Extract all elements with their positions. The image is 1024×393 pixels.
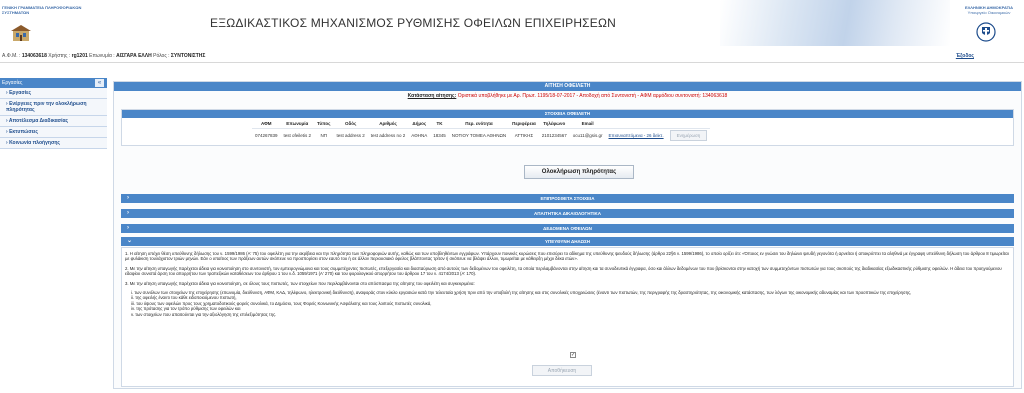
save-button[interactable]: Αποθήκευση (532, 365, 592, 376)
sidebar-item-tasks[interactable]: Εργασίες (0, 88, 107, 99)
building-logo-icon (11, 25, 31, 41)
chevron-right-icon: › (127, 195, 129, 201)
section-declaration-header[interactable]: ⌄ ΥΠΕΥΘΥΝΗ ΔΗΛΩΣΗ (121, 237, 1014, 246)
accept-checkbox[interactable]: ✓ (570, 352, 576, 358)
table-cell: test address 2 (333, 127, 368, 142)
section-debt-data[interactable]: › ΔΕΔΟΜΕΝΑ ΟΦΕΙΛΩΝ (121, 224, 1014, 233)
status-text: Οριστικά υποβλήθηκε με Αρ. Πρωτ. 1195/18… (457, 93, 728, 99)
section-label: ΔΕΔΟΜΕΝΑ ΟΦΕΙΛΩΝ (543, 226, 592, 231)
section-label: ΥΠΕΥΘΥΝΗ ΔΗΛΩΣΗ (544, 239, 591, 244)
table-cell: ΑΘΗΝΑ (408, 127, 431, 142)
logout-link[interactable]: Έξοδος (956, 53, 974, 59)
declaration-paragraph-3: 3. Με την αίτηση υπαγωγής παρέχεται άδει… (125, 280, 475, 286)
table-cell: ΑΤΤΙΚΗΣ (509, 127, 539, 142)
sidebar-item-pre-completion-actions[interactable]: Ενέργειες πριν την ολοκλήρωση πληρότητας (0, 99, 107, 116)
application-title: ΑΙΤΗΣΗ ΟΦΕΙΛΕΤΗ (114, 82, 1021, 91)
list-item: i. των συνόλων των στοιχείων της επιχείρ… (131, 290, 912, 296)
section-label: ΑΠΑΙΤΗΤΙΚΑ ΔΙΚΑΙΟΛΟΓΗΤΙΚΑ (533, 211, 602, 216)
ministry-label: ΕΛΛΗΝΙΚΗ ΔΗΜΟΚΡΑΤΙΑ Υπουργείο Οικονομικώ… (955, 5, 1023, 15)
company-label: Επωνυμία : (89, 53, 115, 59)
table-cell: ΝΟΤΙΟΥ ΤΟΜΕΑ ΑΘΗΝΩΝ (448, 127, 510, 142)
table-cell: ocu11@gsis.gr (569, 127, 606, 142)
sidebar: Εργασίες « Εργασίες Ενέργειες πριν την ο… (0, 78, 107, 149)
chevron-down-icon: ⌄ (127, 238, 133, 244)
column-header: Περιφέρεια (512, 120, 536, 126)
debtor-panel-title: ΣΤΟΙΧΕΙΑ ΟΦΕΙΛΕΤΗ (122, 110, 1013, 118)
user-label: Χρήστης : (48, 53, 71, 59)
column-header: Δήμος (412, 120, 427, 126)
sidebar-item-prints[interactable]: Εκτυπώσεις (0, 127, 107, 138)
column-header: Αριθμός (379, 120, 397, 126)
status-label: Κατάσταση αίτησης: (407, 93, 457, 99)
afm-value: 134063618 (21, 53, 47, 59)
sidebar-header: Εργασίες « (0, 78, 107, 88)
update-button[interactable]: Ενημέρωση (669, 129, 708, 141)
complete-button[interactable]: Ολοκλήρωση πληρότητας (524, 165, 634, 179)
user-info-bar: Α.Φ.Μ. : 134063618 Χρήστης : rg1201 Επων… (0, 49, 1024, 63)
column-header: ΑΦΜ (260, 120, 272, 126)
chevron-right-icon: › (127, 210, 129, 216)
column-header: Τύπος (317, 120, 331, 126)
column-header: ΤΚ (436, 120, 443, 126)
table-cell: 18345 (430, 127, 449, 142)
ministry-name: Υπουργείο Οικονομικών (967, 10, 1011, 15)
role-value: ΣΥΝΤΟΝΙΣΤΗΣ (170, 53, 206, 59)
column-header: Επωνυμία (286, 120, 309, 126)
secretariat-label: ΓΕΝΙΚΗ ΓΡΑΜΜΑΤΕΙΑ ΠΛΗΡΟΦΟΡΙΑΚΩΝ ΣΥΣΤΗΜΑΤ… (2, 5, 82, 15)
collapse-sidebar-button[interactable]: « (95, 79, 104, 87)
declaration-paragraph-1: 1. Η αίτηση υπέχει θέση υπεύθυνης δήλωση… (125, 251, 1009, 262)
sidebar-item-process-result[interactable]: Αποτέλεσμα Διαδικασίας (0, 116, 107, 127)
table-header-row: ΑΦΜ Επωνυμία Τύπος Οδός Αριθμός Δήμος ΤΚ… (252, 119, 710, 128)
column-header: Email (581, 120, 594, 126)
column-header: Οδός (344, 120, 357, 126)
header-decoration (720, 0, 950, 46)
greek-emblem-icon (976, 22, 996, 42)
chevron-right-icon: › (127, 225, 129, 231)
application-status: Κατάσταση αίτησης: Οριστικά υποβλήθηκε μ… (114, 93, 1021, 99)
declaration-list: i. των συνόλων των στοιχείων της επιχείρ… (131, 290, 1010, 317)
list-item: v. των στοιχείων που απαιτούνται για την… (131, 311, 277, 317)
debtor-table: ΑΦΜ Επωνυμία Τύπος Οδός Αριθμός Δήμος ΤΚ… (252, 119, 711, 142)
sidebar-item-navigation[interactable]: Κοινωνία πλοήγησης (0, 138, 107, 149)
declaration-panel: 1. Η αίτηση υπέχει θέση υπεύθυνης δήλωση… (121, 247, 1014, 387)
declaration-paragraph-2: 2. Με την αίτηση υπαγωγής παρέχεται άδει… (125, 265, 1002, 277)
sidebar-title: Εργασίες (2, 80, 23, 86)
column-header: Τηλέφωνο (543, 120, 566, 126)
table-cell: ΝΠ (314, 127, 334, 142)
attachments-link[interactable]: Επισυναπτόμενα - 26 δείκτ. (605, 127, 667, 142)
section-label: ΕΠΙΠΡΟΣΘΕΤΑ ΣΤΟΙΧΕΙΑ (540, 196, 595, 201)
table-cell: test ofeiletis 2 (280, 127, 315, 142)
page-title: ΕΞΩΔΙΚΑΣΤΙΚΟΣ ΜΗΧΑΝΙΣΜΟΣ ΡΥΘΜΙΣΗΣ ΟΦΕΙΛΩ… (210, 16, 617, 30)
application-panel: ΑΙΤΗΣΗ ΟΦΕΙΛΕΤΗ Κατάσταση αίτησης: Οριστ… (113, 81, 1022, 389)
column-header: Περ. ενότητα (465, 120, 493, 126)
table-cell: 2101234567 (538, 127, 570, 142)
table-cell: test address no 2 (367, 127, 409, 142)
company-value: ΑΙΣΓΑΡΑ ΕΛΛΗ (116, 53, 152, 59)
debtor-panel: ΣΤΟΙΧΕΙΑ ΟΦΕΙΛΕΤΗ ΑΦΜ Επωνυμία Τύπος Οδό… (121, 109, 1014, 146)
section-additional-info[interactable]: › ΕΠΙΠΡΟΣΘΕΤΑ ΣΤΟΙΧΕΙΑ (121, 194, 1014, 203)
user-value: rg1201 (71, 53, 88, 59)
afm-label: Α.Φ.Μ. : (2, 53, 21, 59)
table-row: 074267839 test ofeiletis 2 ΝΠ test addre… (252, 127, 711, 142)
role-label: Ρόλος : (153, 53, 170, 59)
section-required-documents[interactable]: › ΑΠΑΙΤΗΤΙΚΑ ΔΙΚΑΙΟΛΟΓΗΤΙΚΑ (121, 209, 1014, 218)
app-header: ΓΕΝΙΚΗ ΓΡΑΜΜΑΤΕΙΑ ΠΛΗΡΟΦΟΡΙΑΚΩΝ ΣΥΣΤΗΜΑΤ… (0, 0, 1024, 46)
table-cell: 074267839 (252, 127, 281, 142)
